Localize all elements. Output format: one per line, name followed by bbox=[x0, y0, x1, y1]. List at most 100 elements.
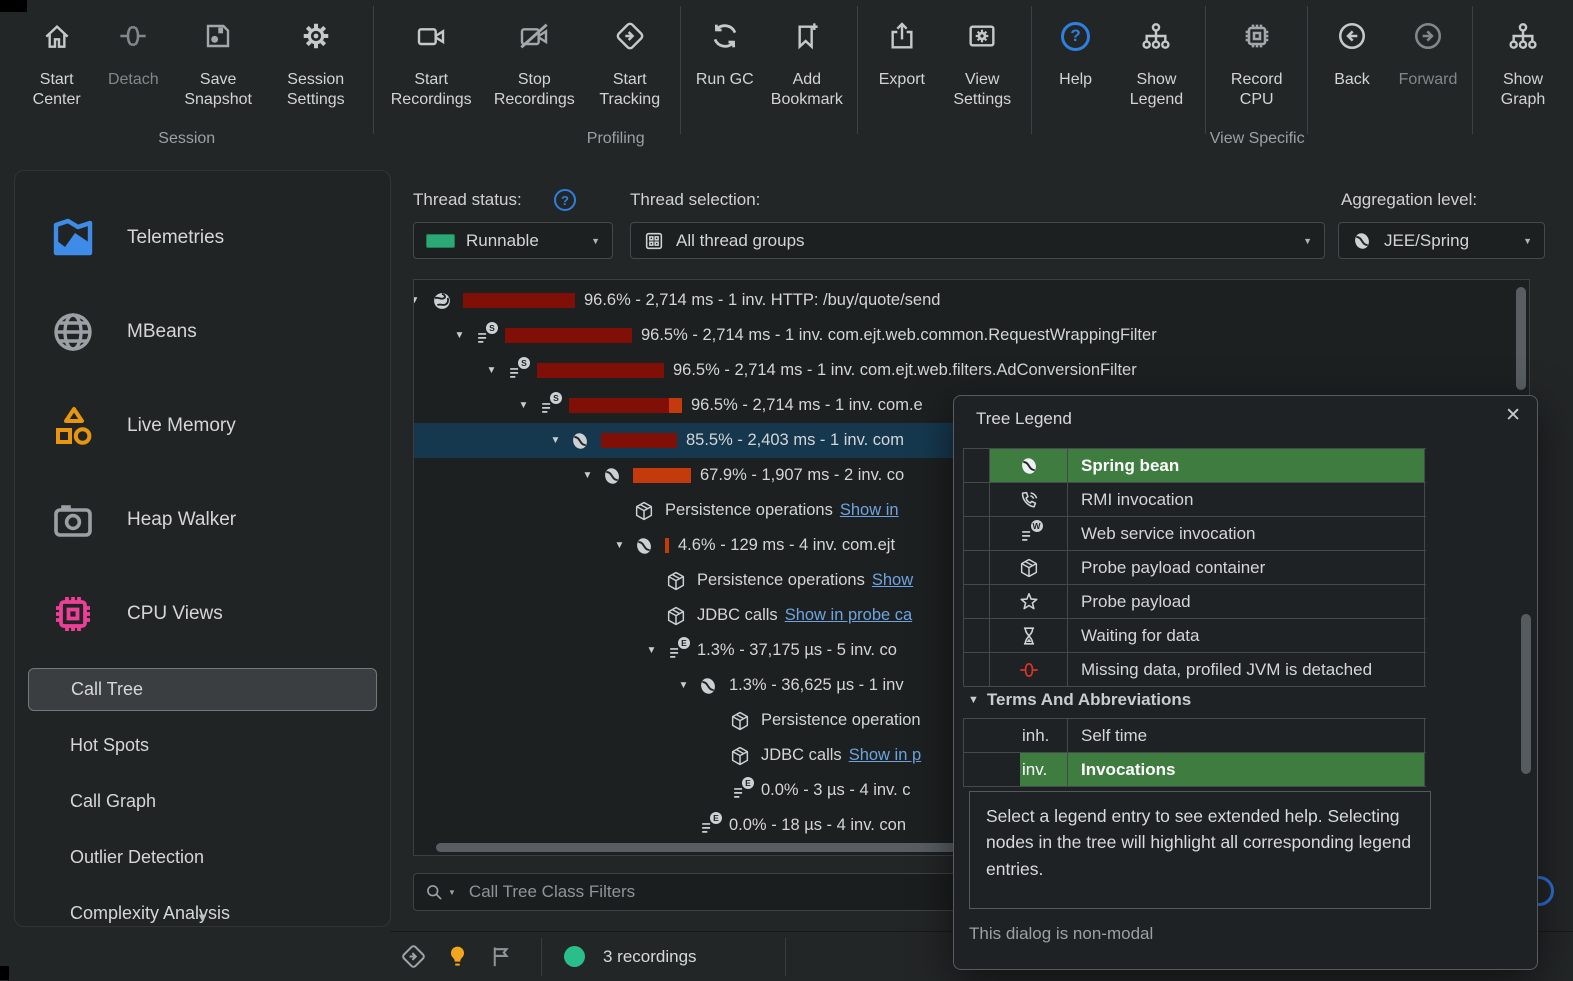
export-button[interactable]: Export bbox=[864, 20, 940, 90]
legend-row-probe-payload[interactable]: Probe payload bbox=[964, 585, 1426, 619]
cpu-chip-icon bbox=[49, 590, 97, 638]
tracking-diamond-icon bbox=[614, 20, 646, 52]
forward-button[interactable]: Forward bbox=[1390, 20, 1466, 90]
ejb-icon: E bbox=[727, 776, 754, 803]
add-bookmark-button[interactable]: Add Bookmark bbox=[763, 20, 851, 110]
show-graph-button[interactable]: Show Graph bbox=[1479, 20, 1567, 110]
legend-row-inv[interactable]: inv. Invocations bbox=[964, 753, 1426, 787]
thread-selection-dropdown[interactable]: All thread groups ▼ bbox=[630, 222, 1325, 259]
time-bar bbox=[601, 433, 677, 448]
collapse-arrow-icon[interactable]: ▼ bbox=[576, 470, 599, 481]
collapse-arrow-icon[interactable]: ▼ bbox=[608, 540, 631, 551]
flag-icon[interactable] bbox=[488, 943, 515, 970]
dialog-title: Tree Legend bbox=[976, 409, 1072, 428]
servlet-icon: S bbox=[471, 321, 498, 348]
export-icon bbox=[886, 20, 918, 52]
collapse-arrow-icon[interactable]: ▼ bbox=[448, 330, 471, 341]
sidebar-scroll-chevron-icon[interactable]: ▼ bbox=[196, 910, 209, 925]
collapse-arrow-icon[interactable]: ▼ bbox=[672, 680, 695, 691]
globe-icon bbox=[49, 308, 97, 356]
thread-groups-grid-icon bbox=[643, 230, 665, 252]
tree-row[interactable]: ▼96.6% - 2,714 ms - 1 inv. HTTP: /buy/qu… bbox=[414, 283, 1529, 318]
time-bar bbox=[463, 293, 575, 308]
help-button[interactable]: ? Help bbox=[1038, 20, 1114, 90]
start-center-button[interactable]: Start Center bbox=[18, 20, 95, 110]
tree-legend-dialog: Tree Legend ✕ Spring bean RMI invocation… bbox=[953, 395, 1538, 970]
legend-row-inh[interactable]: inh. Self time bbox=[964, 719, 1426, 753]
sidebar-item-call-graph[interactable]: Call Graph bbox=[15, 773, 390, 829]
tree-row[interactable]: ▼ S 96.5% - 2,714 ms - 1 inv. com.ejt.web.… bbox=[414, 353, 1529, 388]
spring-bean-icon bbox=[567, 429, 593, 453]
tree-row[interactable]: ▼ S 96.5% - 2,714 ms - 1 inv. com.ejt.web.… bbox=[414, 318, 1529, 353]
bulb-icon[interactable] bbox=[444, 943, 471, 970]
camera-snapshot-icon bbox=[49, 496, 97, 544]
legend-row-waiting[interactable]: Waiting for data bbox=[964, 619, 1426, 653]
collapse-arrow-icon[interactable]: ▼ bbox=[480, 365, 503, 376]
tracking-diamond-icon[interactable] bbox=[400, 943, 427, 970]
view-settings-button[interactable]: View Settings bbox=[940, 20, 1025, 110]
back-button[interactable]: Back bbox=[1314, 20, 1390, 90]
save-snapshot-button[interactable]: Save Snapshot bbox=[171, 20, 265, 110]
rmi-phone-icon bbox=[990, 483, 1068, 516]
show-in-probe-link[interactable]: Show in probe ca bbox=[785, 606, 913, 625]
collapse-arrow-icon[interactable]: ▼ bbox=[544, 435, 567, 446]
vertical-scrollbar[interactable] bbox=[1516, 287, 1526, 390]
sidebar-item-outlier-detection[interactable]: Outlier Detection bbox=[15, 829, 390, 885]
close-icon[interactable]: ✕ bbox=[1505, 404, 1521, 427]
sidebar-item-hot-spots[interactable]: Hot Spots bbox=[15, 717, 390, 773]
bookmark-plus-icon bbox=[791, 20, 823, 52]
servlet-icon: S bbox=[503, 356, 530, 383]
sidebar-item-heap-walker[interactable]: Heap Walker bbox=[15, 473, 390, 567]
sidebar-item-call-tree[interactable]: Call Tree bbox=[28, 668, 377, 711]
status-divider bbox=[784, 937, 786, 976]
sidebar-item-telemetries[interactable]: Telemetries bbox=[15, 191, 390, 285]
terms-section-header[interactable]: ▼ Terms And Abbreviations bbox=[968, 690, 1191, 710]
view-sidebar: Telemetries MBeans Live Memory Heap Walk… bbox=[14, 170, 391, 927]
detach-button[interactable]: Detach bbox=[95, 20, 171, 90]
search-icon bbox=[424, 882, 445, 903]
collapse-arrow-icon[interactable]: ▼ bbox=[640, 645, 663, 656]
collapse-arrow-icon[interactable]: ▼ bbox=[414, 295, 426, 306]
legend-row-probe-container[interactable]: Probe payload container bbox=[964, 551, 1426, 585]
sidebar-item-mbeans[interactable]: MBeans bbox=[15, 285, 390, 379]
sidebar-item-live-memory[interactable]: Live Memory bbox=[15, 379, 390, 473]
chevron-down-icon: ▼ bbox=[591, 235, 600, 246]
dialog-scrollbar[interactable] bbox=[1521, 614, 1531, 774]
terms-table: inh. Self time inv. Invocations bbox=[963, 718, 1426, 787]
aggregation-level-label: Aggregation level: bbox=[1341, 190, 1478, 209]
thread-status-help-icon[interactable]: ? bbox=[554, 189, 576, 211]
search-options-chevron-icon[interactable]: ▼ bbox=[448, 888, 456, 897]
sidebar-item-cpu-views[interactable]: CPU Views bbox=[15, 567, 390, 661]
chevron-down-icon: ▼ bbox=[1523, 235, 1532, 246]
collapse-arrow-icon[interactable]: ▼ bbox=[512, 400, 535, 411]
home-icon bbox=[41, 20, 73, 52]
spring-bean-icon bbox=[990, 449, 1068, 482]
session-settings-button[interactable]: Session Settings bbox=[265, 20, 367, 110]
probe-container-icon bbox=[990, 551, 1068, 584]
thread-status-dropdown[interactable]: Runnable ▼ bbox=[413, 222, 613, 259]
run-gc-button[interactable]: Run GC bbox=[687, 20, 763, 90]
show-legend-button[interactable]: Show Legend bbox=[1114, 20, 1200, 110]
show-in-probe-link[interactable]: Show in bbox=[840, 501, 899, 520]
back-arrow-icon bbox=[1336, 20, 1368, 52]
probe-container-icon bbox=[727, 709, 753, 733]
web-service-icon: W bbox=[990, 517, 1068, 550]
recording-status-dot bbox=[564, 946, 585, 967]
stop-recordings-button[interactable]: Stop Recordings bbox=[483, 20, 586, 110]
ejb-icon: E bbox=[695, 811, 722, 838]
legend-row-web-service[interactable]: W Web service invocation bbox=[964, 517, 1426, 551]
main-toolbar: Start Center Detach Save Snapshot Sessio… bbox=[0, 0, 1573, 162]
legend-row-spring-bean[interactable]: Spring bean bbox=[964, 449, 1426, 483]
recordings-count[interactable]: 3 recordings bbox=[603, 947, 697, 967]
show-in-probe-link[interactable]: Show in p bbox=[849, 746, 921, 765]
aggregation-level-dropdown[interactable]: JEE/Spring ▼ bbox=[1338, 222, 1545, 259]
show-in-probe-link[interactable]: Show bbox=[872, 571, 913, 590]
start-recordings-button[interactable]: Start Recordings bbox=[380, 20, 483, 110]
non-modal-note: This dialog is non-modal bbox=[969, 924, 1154, 943]
start-tracking-button[interactable]: Start Tracking bbox=[586, 20, 674, 110]
legend-row-rmi[interactable]: RMI invocation bbox=[964, 483, 1426, 517]
ejb-icon: E bbox=[663, 636, 690, 663]
record-cpu-button[interactable]: Record CPU bbox=[1212, 20, 1301, 110]
window-corner-notch-bottom bbox=[0, 966, 9, 980]
legend-row-missing-data[interactable]: Missing data, profiled JVM is detached bbox=[964, 653, 1426, 687]
